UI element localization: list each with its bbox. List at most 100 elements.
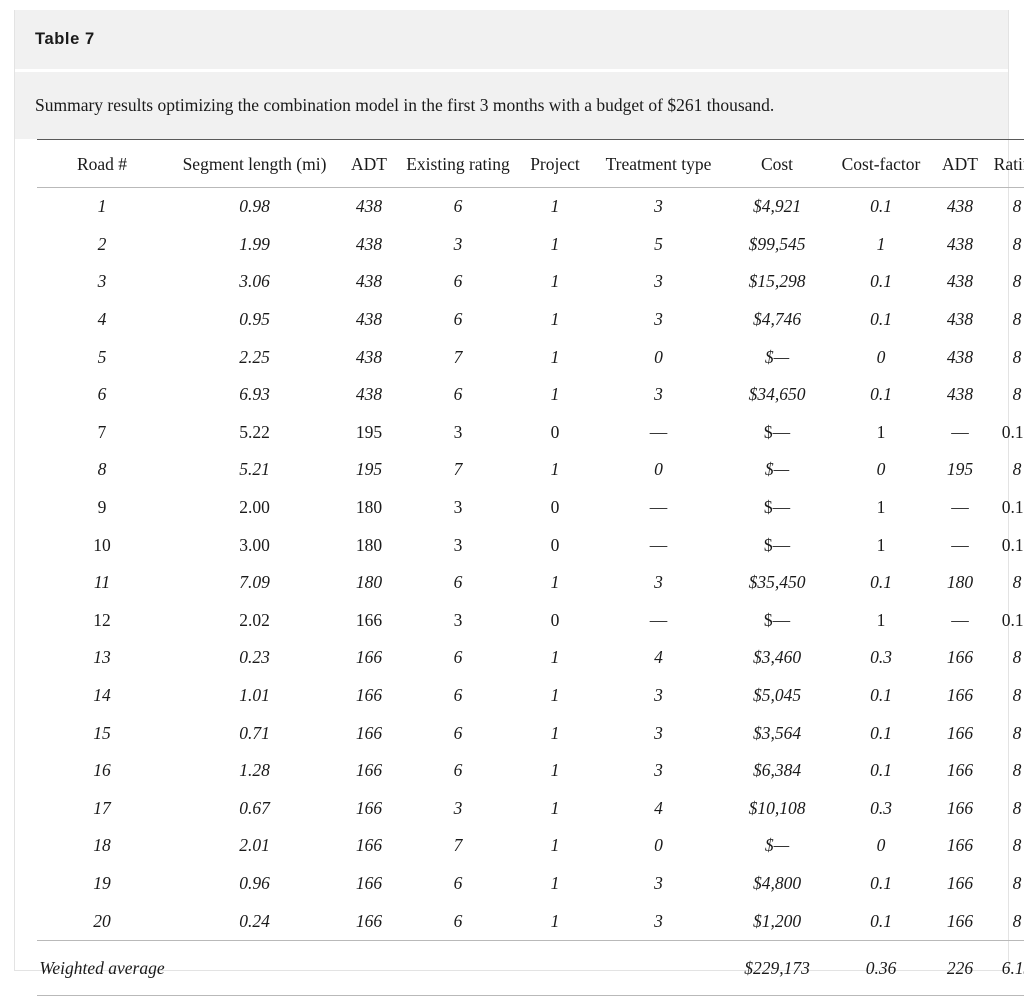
cell-road-number: 7 — [97, 421, 107, 442]
cell-cost: $4,921 — [752, 196, 802, 217]
cell-road-number: 8 — [97, 459, 107, 480]
table-card: Table 7 Summary results optimizing the c… — [14, 10, 1024, 996]
column-header-cost: Cost — [760, 154, 794, 174]
cell-rating: 8 — [1012, 760, 1022, 781]
cell-treatment-type: 3 — [654, 572, 663, 593]
cell-adt-resulting: 166 — [946, 760, 974, 781]
table-row: 20 0.24 166 6 1 3 $1,200 0.1 166 8 — [37, 902, 1024, 940]
cell-rating: 8 — [1012, 722, 1022, 743]
cell-treatment-type: 4 — [654, 647, 663, 668]
cell-adt-existing: 438 — [355, 384, 383, 405]
table-row: 14 1.01 166 6 1 3 $5,045 0.1 166 8 — [37, 677, 1024, 715]
cell-existing-rating: 6 — [453, 271, 463, 292]
cell-treatment-type: 0 — [654, 346, 663, 367]
cell-treatment-type: 3 — [654, 271, 663, 292]
cell-road-number: 3 — [97, 271, 107, 292]
table-description-band: Summary results optimizing the combinati… — [15, 72, 1008, 139]
table-footer: Weighted average $229,173 0.36 226 6.13 — [37, 940, 1024, 996]
weighted-average-cost-factor: 0.36 — [865, 957, 897, 978]
cell-rating: 8 — [1012, 835, 1022, 856]
cell-adt-existing: 438 — [355, 233, 383, 254]
cell-cost: $— — [764, 459, 790, 480]
table-row: 13 0.23 166 6 1 4 $3,460 0.3 166 8 — [37, 639, 1024, 677]
cell-existing-rating: 3 — [453, 421, 463, 442]
cell-cost: $— — [763, 421, 791, 442]
weighted-average-project — [520, 940, 590, 995]
cell-segment-length: 3.00 — [239, 534, 270, 555]
cell-cost: $15,298 — [748, 271, 806, 292]
column-header-existing-rating: Existing rating — [406, 154, 510, 174]
cell-project: 1 — [550, 872, 560, 893]
table-row: 7 5.22 195 3 0 — $— 1 — 0.12 — [37, 414, 1024, 452]
cell-road-number: 13 — [93, 647, 111, 668]
table-description: Summary results optimizing the combinati… — [35, 94, 775, 115]
cell-cost-factor: 0.3 — [870, 797, 892, 818]
table-row: 15 0.71 166 6 1 3 $3,564 0.1 166 8 — [37, 714, 1024, 752]
cell-treatment-type: 4 — [654, 797, 663, 818]
cell-segment-length: 0.24 — [239, 910, 270, 931]
cell-existing-rating: 3 — [453, 534, 463, 555]
cell-adt-existing: 180 — [355, 534, 383, 555]
weighted-average-rating: 6.13 — [1001, 957, 1024, 978]
cell-adt-resulting: 166 — [946, 872, 974, 893]
cell-cost: $— — [763, 609, 791, 630]
cell-existing-rating: 6 — [453, 572, 463, 593]
weighted-average-row: Weighted average $229,173 0.36 226 6.13 — [37, 940, 1024, 996]
cell-segment-length: 1.01 — [239, 685, 270, 706]
cell-treatment-type: 3 — [654, 309, 663, 330]
cell-rating: 0.12 — [1001, 497, 1024, 518]
cell-existing-rating: 7 — [453, 835, 463, 856]
cell-segment-length: 7.09 — [239, 572, 270, 593]
cell-project: 1 — [550, 572, 560, 593]
cell-road-number: 9 — [97, 497, 107, 518]
table-row: 6 6.93 438 6 1 3 $34,650 0.1 438 8 — [37, 376, 1024, 414]
cell-treatment-type: 3 — [654, 196, 663, 217]
cell-road-number: 19 — [93, 872, 111, 893]
cell-existing-rating: 6 — [453, 647, 463, 668]
cell-rating: 0.12 — [1001, 609, 1024, 630]
cell-adt-resulting: — — [951, 609, 969, 630]
column-header-road-number: Road # — [76, 154, 128, 174]
cell-rating: 8 — [1012, 271, 1022, 292]
cell-segment-length: 1.28 — [239, 760, 270, 781]
table-row: 5 2.25 438 7 1 0 $— 0 438 8 — [37, 338, 1024, 376]
cell-existing-rating: 6 — [453, 722, 463, 743]
weighted-average-adt-resulting: 226 — [946, 957, 974, 978]
cell-existing-rating: 7 — [453, 459, 463, 480]
cell-rating: 8 — [1012, 384, 1022, 405]
cell-segment-length: 5.22 — [239, 421, 270, 442]
cell-adt-existing: 166 — [355, 609, 383, 630]
table-row: 2 1.99 438 3 1 5 $99,545 1 438 8 — [37, 226, 1024, 264]
cell-treatment-type: 0 — [654, 459, 663, 480]
cell-adt-existing: 166 — [355, 872, 383, 893]
cell-segment-length: 2.01 — [239, 835, 270, 856]
cell-road-number: 10 — [93, 534, 111, 555]
cell-cost: $99,545 — [748, 233, 806, 254]
cell-cost-factor: 0.1 — [870, 685, 892, 706]
cell-rating: 0.12 — [1001, 534, 1024, 555]
cell-project: 1 — [550, 647, 560, 668]
cell-rating: 8 — [1012, 685, 1022, 706]
cell-adt-existing: 195 — [355, 421, 383, 442]
cell-segment-length: 0.23 — [239, 647, 270, 668]
cell-road-number: 15 — [93, 722, 111, 743]
table-label-band: Table 7 — [15, 10, 1008, 72]
weighted-average-treatment-type — [590, 940, 727, 995]
table-header: Road # Segment length (mi) ADT Existing … — [37, 139, 1024, 188]
cell-adt-resulting: 438 — [946, 346, 974, 367]
table-caption-block: Table 7 Summary results optimizing the c… — [15, 10, 1008, 139]
column-header-adt-existing: ADT — [351, 154, 387, 174]
cell-road-number: 4 — [97, 309, 107, 330]
cell-project: 1 — [550, 196, 560, 217]
cell-adt-resulting: 166 — [946, 722, 974, 743]
cell-adt-existing: 166 — [355, 910, 383, 931]
cell-adt-existing: 166 — [355, 647, 383, 668]
cell-project: 1 — [550, 910, 560, 931]
table-row: 10 3.00 180 3 0 — $— 1 — 0.12 — [37, 526, 1024, 564]
cell-road-number: 18 — [93, 835, 111, 856]
cell-road-number: 5 — [97, 346, 107, 367]
cell-treatment-type: 3 — [654, 760, 663, 781]
cell-cost-factor: 0.1 — [870, 572, 892, 593]
cell-existing-rating: 6 — [453, 872, 463, 893]
cell-project: 1 — [550, 384, 560, 405]
